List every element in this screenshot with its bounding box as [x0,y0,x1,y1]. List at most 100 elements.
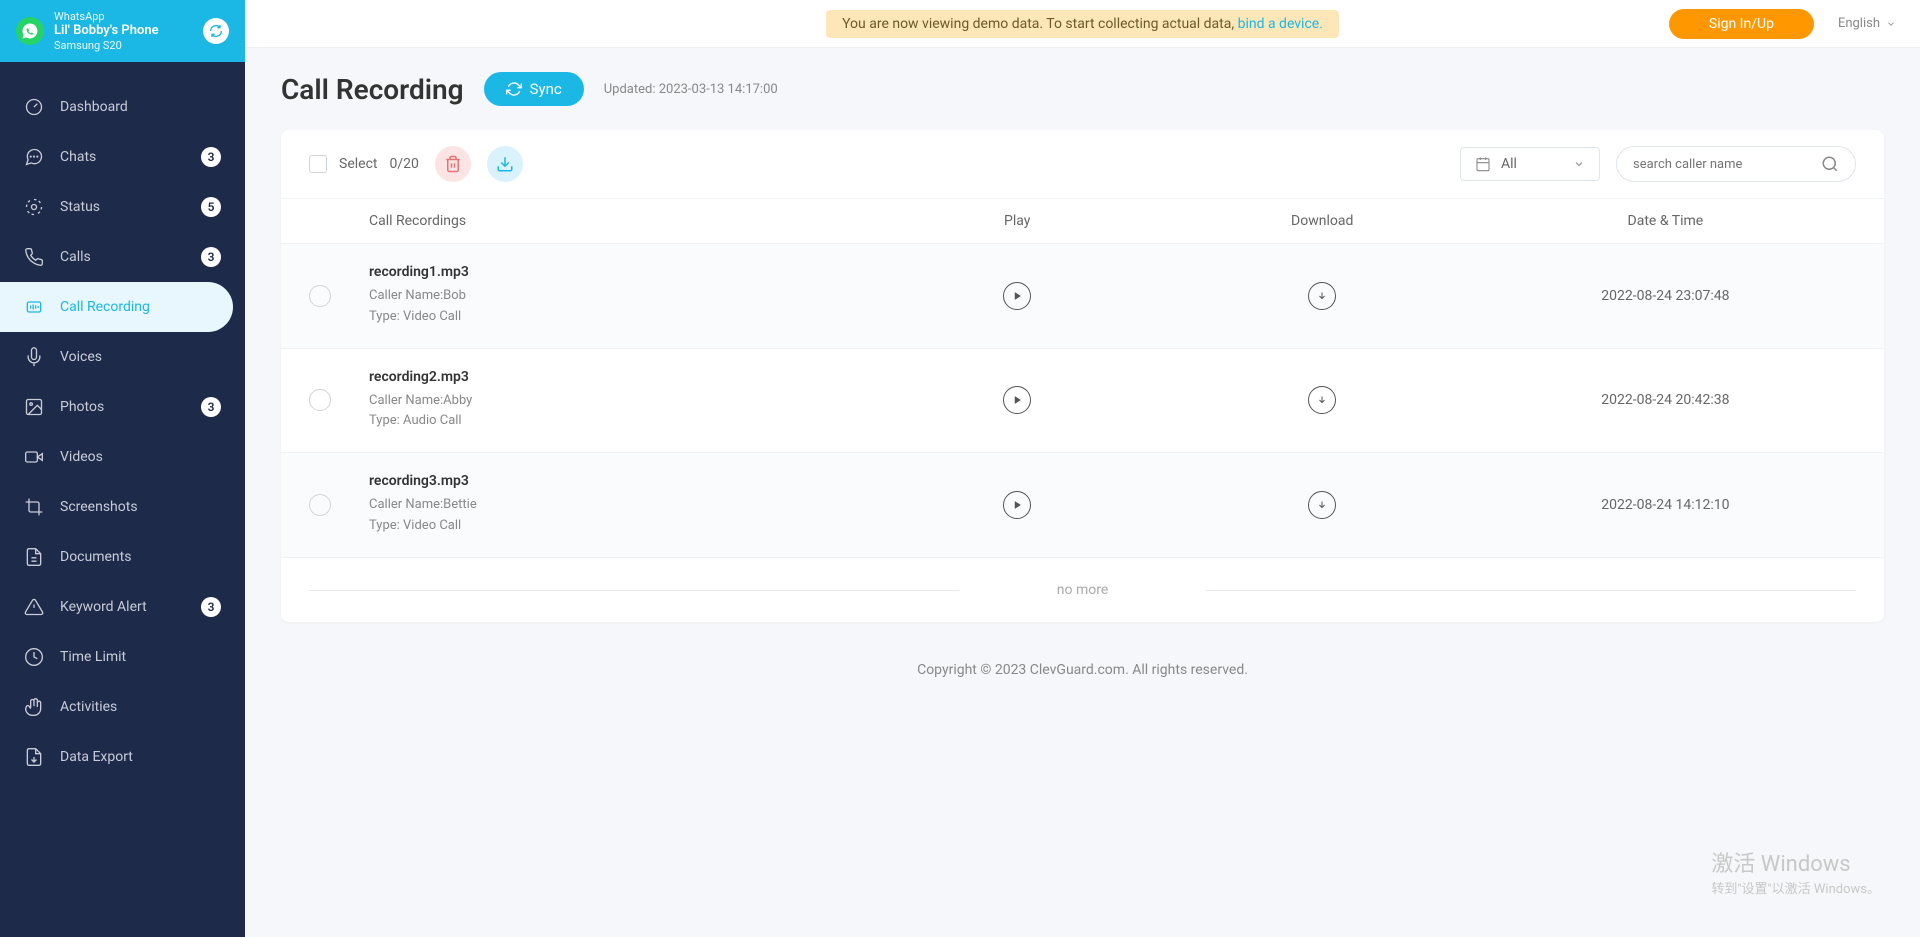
nav-label: Keyword Alert [60,599,185,615]
search-input[interactable] [1633,157,1811,172]
download-arrow-icon [1316,499,1328,511]
table-row: recording2.mp3 Caller Name:Abby Type: Au… [281,349,1884,454]
recording-filename: recording2.mp3 [369,369,865,385]
nav-voices[interactable]: Voices [0,332,245,382]
download-arrow-icon [1316,290,1328,302]
col-play: Play [865,213,1170,229]
select-all-group: Select 0/20 [309,155,419,173]
nav-data-export[interactable]: Data Export [0,732,245,782]
watermark-sub: 转到"设置"以激活 Windows。 [1711,878,1880,897]
select-all-checkbox[interactable] [309,155,327,173]
recording-type: Type: Audio Call [369,411,865,432]
recording-icon [24,297,44,317]
whatsapp-icon [16,17,44,45]
play-button[interactable] [1003,386,1031,414]
sync-device-icon[interactable] [203,18,229,44]
phone-icon [24,247,44,267]
nav-label: Photos [60,399,185,415]
device-name: Lil' Bobby's Phone [54,23,193,39]
alert-icon [24,597,44,617]
recording-date: 2022-08-24 14:12:10 [1475,497,1856,513]
dashboard-icon [24,97,44,117]
select-label: Select [339,156,377,172]
nav-badge: 3 [201,147,221,167]
chevron-down-icon [1886,19,1896,29]
table-row: recording1.mp3 Caller Name:Bob Type: Vid… [281,244,1884,349]
recording-caller: Caller Name:Bettie [369,495,865,516]
mic-icon [24,347,44,367]
play-button[interactable] [1003,282,1031,310]
recording-type: Type: Video Call [369,307,865,328]
topbar-right: Sign In/Up English [1669,9,1896,39]
nav-calls[interactable]: Calls 3 [0,232,245,282]
page-title: Call Recording [281,73,464,106]
recording-filename: recording1.mp3 [369,264,865,280]
recording-date: 2022-08-24 20:42:38 [1475,392,1856,408]
col-download: Download [1170,213,1475,229]
no-more-divider: no more [309,558,1856,622]
signin-button[interactable]: Sign In/Up [1669,9,1814,39]
nav-label: Data Export [60,749,221,765]
sidebar: WhatsApp Lil' Bobby's Phone Samsung S20 … [0,0,245,937]
language-selector[interactable]: English [1838,16,1896,31]
col-date: Date & Time [1475,213,1856,229]
date-filter[interactable]: All [1460,147,1600,181]
delete-button[interactable] [435,146,471,182]
recording-caller: Caller Name:Abby [369,391,865,412]
row-select[interactable] [309,285,331,307]
nav-label: Documents [60,549,221,565]
document-icon [24,547,44,567]
content-card: Select 0/20 All [281,130,1884,622]
nav-dashboard[interactable]: Dashboard [0,82,245,132]
nav-status[interactable]: Status 5 [0,182,245,232]
page-header: Call Recording Sync Updated: 2023-03-13 … [245,48,1920,106]
sync-button[interactable]: Sync [484,72,584,106]
play-button[interactable] [1003,491,1031,519]
nav-chats[interactable]: Chats 3 [0,132,245,182]
nav-time-limit[interactable]: Time Limit [0,632,245,682]
calendar-icon [1475,156,1491,172]
nav-badge: 3 [201,397,221,417]
updated-text: Updated: 2023-03-13 14:17:00 [604,82,778,97]
nav-documents[interactable]: Documents [0,532,245,582]
play-icon [1011,394,1023,406]
chevron-down-icon [1573,158,1585,170]
search-box [1616,146,1856,182]
nav-activities[interactable]: Activities [0,682,245,732]
row-select[interactable] [309,389,331,411]
nav-call-recording[interactable]: Call Recording [0,282,233,332]
nav-label: Voices [60,349,221,365]
nav-badge: 5 [201,197,221,217]
play-icon [1011,290,1023,302]
table-body: recording1.mp3 Caller Name:Bob Type: Vid… [281,244,1884,558]
nav-label: Activities [60,699,221,715]
download-arrow-icon [1316,394,1328,406]
nav-label: Status [60,199,185,215]
recording-filename: recording3.mp3 [369,473,865,489]
nav-photos[interactable]: Photos 3 [0,382,245,432]
watermark-title: 激活 Windows [1711,846,1880,878]
nav-badge: 3 [201,597,221,617]
nav-videos[interactable]: Videos [0,432,245,482]
device-header[interactable]: WhatsApp Lil' Bobby's Phone Samsung S20 [0,0,245,62]
toolbar: Select 0/20 All [281,130,1884,198]
download-button[interactable] [1308,386,1336,414]
nav-keyword-alert[interactable]: Keyword Alert 3 [0,582,245,632]
search-icon [1821,155,1839,173]
nav-label: Videos [60,449,221,465]
status-icon [24,197,44,217]
download-all-button[interactable] [487,146,523,182]
row-select[interactable] [309,494,331,516]
col-recordings: Call Recordings [369,213,865,229]
nav-screenshots[interactable]: Screenshots [0,482,245,532]
chat-icon [24,147,44,167]
download-icon [496,155,514,173]
trash-icon [444,155,462,173]
hand-icon [24,697,44,717]
nav-label: Screenshots [60,499,221,515]
download-button[interactable] [1308,491,1336,519]
nav-label: Calls [60,249,185,265]
bind-device-link[interactable]: bind a device. [1238,16,1323,32]
recording-date: 2022-08-24 23:07:48 [1475,288,1856,304]
download-button[interactable] [1308,282,1336,310]
